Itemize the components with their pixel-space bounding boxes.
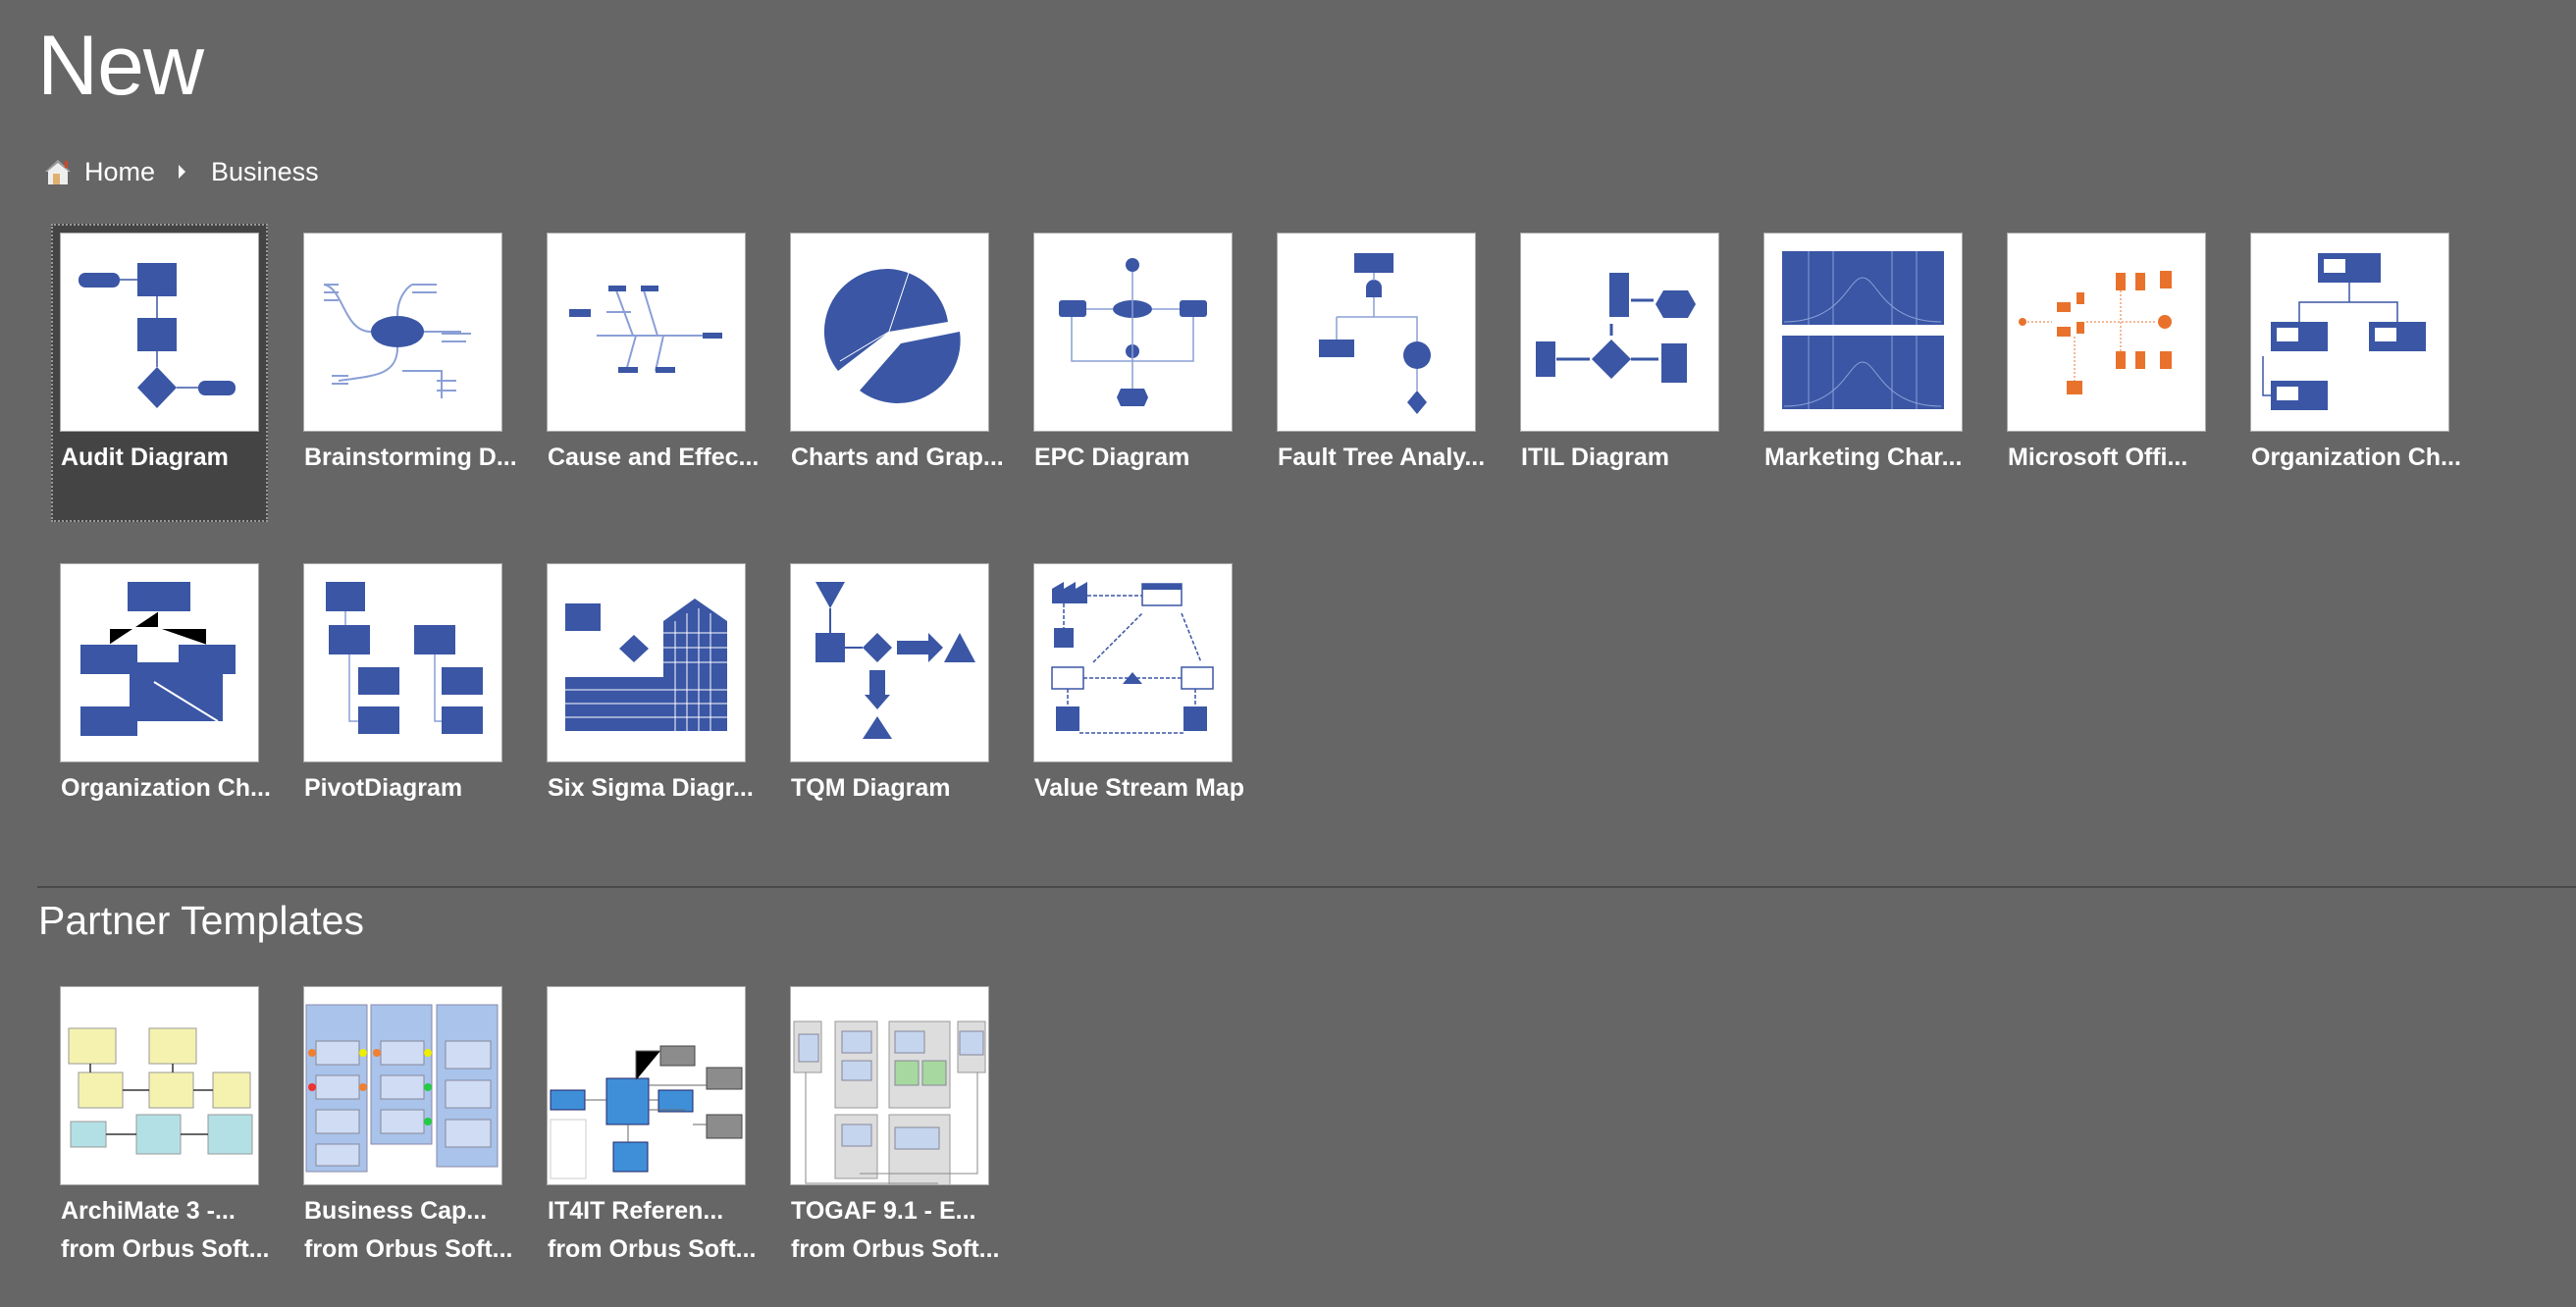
house-icon — [45, 160, 71, 184]
template-label: PivotDiagram — [304, 774, 463, 802]
pie-diagram-icon — [823, 268, 961, 403]
org-diagram-icon — [2262, 253, 2426, 410]
template-marketing[interactable]: Marketing Char... — [1755, 224, 1971, 522]
template-label: ITIL Diagram — [1521, 444, 1669, 471]
template-thumbnail — [548, 564, 745, 761]
template-thumbnail — [2008, 234, 2205, 431]
template-thumbnail — [791, 234, 988, 431]
template-label: Fault Tree Analy... — [1278, 444, 1486, 471]
template-thumbnail — [61, 234, 258, 431]
template-label: Marketing Char... — [1764, 444, 1963, 471]
breadcrumb: Home Business — [43, 152, 319, 191]
template-label: Brainstorming D... — [304, 444, 517, 471]
template-fishbone[interactable]: Cause and Effec... — [538, 224, 759, 522]
togaf-diagram-icon — [793, 1020, 986, 1184]
template-label: Audit Diagram — [61, 444, 229, 471]
template-thumbnail — [1521, 234, 1718, 431]
template-vsm[interactable]: Value Stream Map — [1025, 554, 1244, 853]
template-publisher: from Orbus Soft... — [791, 1235, 1000, 1263]
template-label: Charts and Grap... — [791, 444, 1004, 471]
template-label: Organization Ch... — [2251, 444, 2461, 471]
template-it4it[interactable]: IT4IT Referen... from Orbus Soft... — [538, 977, 757, 1276]
template-pie[interactable]: Charts and Grap... — [781, 224, 1004, 522]
template-buscap[interactable]: Business Cap... from Orbus Soft... — [294, 977, 513, 1276]
template-thumbnail — [548, 987, 745, 1184]
page-title: New — [37, 19, 204, 113]
marketing-diagram-icon — [1782, 251, 1944, 409]
template-label: TOGAF 9.1 - E... — [791, 1197, 976, 1225]
template-publisher: from Orbus Soft... — [61, 1235, 270, 1263]
template-label: Cause and Effec... — [548, 444, 760, 471]
template-thumbnail — [61, 564, 258, 761]
template-pivot[interactable]: PivotDiagram — [294, 554, 511, 853]
orgwizard-diagram-icon — [80, 582, 236, 736]
template-tqm[interactable]: TQM Diagram — [781, 554, 998, 853]
template-sixsigma[interactable]: Six Sigma Diagr... — [538, 554, 755, 853]
faulttree-diagram-icon — [1319, 253, 1431, 414]
breadcrumb-current: Business — [211, 156, 319, 186]
template-thumbnail — [1034, 234, 1232, 431]
template-archimate[interactable]: ArchiMate 3 -... from Orbus Soft... — [51, 977, 270, 1276]
template-faulttree[interactable]: Fault Tree Analy... — [1268, 224, 1485, 522]
itil-diagram-icon — [1536, 273, 1696, 383]
template-itil[interactable]: ITIL Diagram — [1511, 224, 1728, 522]
template-brainstorm[interactable]: Brainstorming D... — [294, 224, 517, 522]
template-thumbnail — [791, 564, 988, 761]
template-label: Organization Ch... — [61, 774, 271, 802]
chevron-right-icon — [179, 165, 186, 179]
template-thumbnail — [1764, 234, 1962, 431]
fishbone-diagram-icon — [569, 286, 722, 373]
template-orgwizard[interactable]: Organization Ch... — [51, 554, 271, 853]
pivot-diagram-icon — [326, 582, 483, 734]
template-label: EPC Diagram — [1034, 444, 1190, 471]
template-label: ArchiMate 3 -... — [61, 1197, 236, 1225]
breadcrumb-home-label: Home — [84, 156, 156, 186]
template-togaf[interactable]: TOGAF 9.1 - E... from Orbus Soft... — [781, 977, 1000, 1276]
template-publisher: from Orbus Soft... — [304, 1235, 513, 1263]
msoffice-diagram-icon — [2019, 271, 2172, 394]
template-thumbnail — [2251, 234, 2448, 431]
template-label: Six Sigma Diagr... — [548, 774, 754, 802]
template-thumbnail — [791, 987, 988, 1184]
template-label: Microsoft Offi... — [2008, 444, 2188, 471]
template-thumbnail — [1034, 564, 1232, 761]
section-divider — [37, 886, 2576, 888]
template-thumbnail — [304, 234, 501, 431]
template-thumbnail — [1278, 234, 1475, 431]
template-audit[interactable]: Audit Diagram — [51, 224, 268, 522]
template-thumbnail — [304, 987, 501, 1184]
template-epc[interactable]: EPC Diagram — [1025, 224, 1241, 522]
archimate-diagram-icon — [68, 1027, 253, 1155]
epc-diagram-icon — [1059, 258, 1207, 406]
template-thumbnail — [548, 234, 745, 431]
it4it-diagram-icon — [550, 1045, 743, 1179]
template-label: Value Stream Map — [1034, 774, 1244, 802]
brainstorm-diagram-icon — [323, 284, 471, 398]
sixsigma-diagram-icon — [565, 599, 727, 731]
tqm-diagram-icon — [815, 582, 975, 739]
template-label: TQM Diagram — [791, 774, 951, 802]
template-label: IT4IT Referen... — [548, 1197, 724, 1225]
template-msoffice[interactable]: Microsoft Offi... — [1998, 224, 2215, 522]
buscap-diagram-icon — [305, 1004, 499, 1173]
template-thumbnail — [61, 987, 258, 1184]
template-thumbnail — [304, 564, 501, 761]
vsm-diagram-icon — [1051, 582, 1214, 734]
template-publisher: from Orbus Soft... — [548, 1235, 757, 1263]
audit-diagram-icon — [79, 263, 236, 408]
breadcrumb-home[interactable]: Home — [43, 157, 155, 187]
partner-templates-heading: Partner Templates — [38, 898, 364, 943]
template-label: Business Cap... — [304, 1197, 488, 1225]
template-org[interactable]: Organization Ch... — [2241, 224, 2461, 522]
